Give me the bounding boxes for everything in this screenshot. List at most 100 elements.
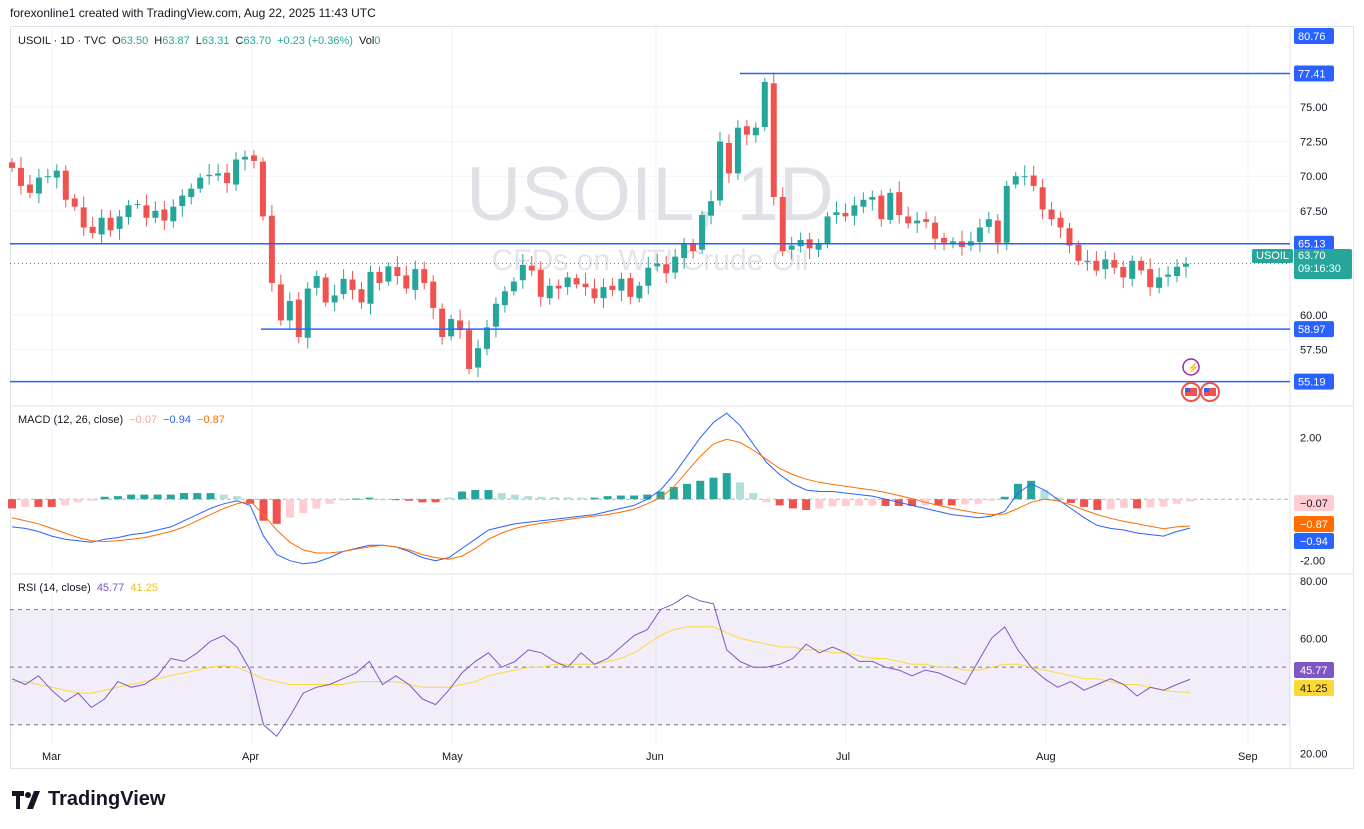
macd-histogram-bar	[563, 497, 572, 500]
candle-body	[976, 227, 983, 243]
candle-body	[376, 271, 383, 283]
price-tick-label: 70.00	[1300, 171, 1328, 183]
brand-name: TradingView	[48, 788, 166, 810]
macd-histogram-bar	[153, 494, 162, 500]
macd-histogram-bar	[974, 499, 983, 504]
candle-body	[1138, 260, 1145, 271]
candle-body	[752, 127, 759, 136]
macd-histogram-bar	[550, 497, 559, 500]
macd-histogram-bar	[1066, 499, 1075, 503]
candle-body	[448, 319, 455, 337]
candle-body	[242, 156, 249, 160]
candle-body	[331, 295, 338, 303]
macd-histogram-bar	[683, 483, 692, 500]
price-tick-label: 57.50	[1300, 345, 1328, 357]
candle-body	[824, 216, 831, 245]
macd-histogram-bar	[219, 494, 228, 500]
macd-histogram-bar	[378, 499, 387, 501]
macd-histogram-bar	[34, 499, 43, 507]
macd-histogram-bar	[338, 499, 347, 501]
candle-body	[1165, 274, 1172, 277]
candle-body	[573, 278, 580, 285]
macd-histogram-bar	[312, 499, 321, 509]
rsi-tick-label: 20.00	[1300, 749, 1328, 761]
rsi-value: 45.77	[96, 582, 125, 594]
candle-body	[17, 167, 24, 186]
macd-histogram-bar	[775, 499, 784, 506]
macd-histogram-bar	[471, 490, 480, 500]
candle-body	[35, 177, 42, 194]
macd-histogram-bar	[947, 499, 956, 506]
candle-body	[215, 173, 222, 176]
candle-body	[743, 126, 750, 135]
candle-body	[1021, 176, 1028, 178]
candle-body	[923, 219, 930, 222]
symbol-legend: USOIL · 1D · TVC O63.50 H63.87 L63.31 C6…	[18, 35, 383, 47]
macd-histogram-bar	[100, 496, 109, 500]
candle-body	[564, 277, 571, 288]
macd-histogram-bar	[87, 499, 96, 501]
candle-body	[107, 217, 114, 231]
candle-body	[304, 288, 311, 338]
macd-histogram-bar	[987, 499, 996, 501]
candle-body	[1174, 266, 1181, 277]
macd-histogram-bar	[1146, 499, 1155, 508]
time-tick-label: Mar	[42, 751, 61, 763]
macd-histogram-bar	[1172, 499, 1181, 504]
macd-histogram-bar	[788, 499, 797, 509]
candle-body	[627, 278, 634, 297]
candle-body	[690, 244, 697, 252]
candle-body	[1012, 176, 1019, 185]
candle-body	[134, 203, 141, 205]
macd-histogram-bar	[21, 499, 30, 507]
candle-body	[475, 348, 482, 368]
candle-body	[1075, 244, 1082, 261]
flag-canton	[1204, 388, 1209, 392]
macd-histogram-bar	[418, 499, 427, 503]
tradingview-icon	[12, 790, 40, 809]
candle-body	[1030, 175, 1037, 186]
candle-body	[501, 291, 508, 306]
macd-histogram-bar	[458, 491, 467, 500]
candle-body	[62, 170, 69, 200]
macd-histogram-bar	[365, 497, 374, 500]
candle-body	[941, 237, 948, 243]
candle-body	[358, 289, 365, 303]
candle-body	[161, 209, 168, 221]
tradingview-logo[interactable]: TradingView	[12, 788, 165, 811]
current-price: 63.70	[1298, 250, 1326, 262]
candle-body	[170, 206, 177, 222]
price-tick-label: 75.00	[1300, 102, 1328, 114]
macd-line	[11, 412, 1191, 565]
rsi-tick-label: 80.00	[1300, 576, 1328, 588]
macd-histogram-bar	[60, 499, 69, 506]
candle-body	[546, 285, 553, 299]
macd-histogram-bar	[524, 496, 533, 500]
macd-histogram-bar	[193, 493, 202, 500]
candle-body	[1120, 267, 1127, 278]
volume-label: Vol	[358, 35, 375, 47]
rsi-value-tag-label: 41.25	[1300, 683, 1328, 695]
candle-body	[1102, 259, 1109, 270]
candle-body	[896, 192, 903, 216]
macd-label[interactable]: MACD (12, 26, close)	[18, 414, 123, 426]
volume-value: 0	[374, 35, 381, 47]
rsi-label[interactable]: RSI (14, close)	[18, 582, 91, 594]
candle-body	[519, 264, 526, 281]
macd-tick-label: 2.00	[1300, 433, 1321, 445]
candle-body	[188, 188, 195, 198]
candle-body	[367, 271, 374, 304]
level-price-label: 58.97	[1298, 324, 1326, 336]
macd-value-tag-label: −0.94	[1300, 536, 1328, 548]
candle-body	[1147, 269, 1154, 288]
candle-body	[295, 299, 302, 338]
symbol-name[interactable]: USOIL · 1D · TVC	[18, 35, 106, 47]
macd-histogram-bar	[1093, 499, 1102, 510]
candle-body	[224, 172, 231, 184]
candle-body	[421, 269, 428, 283]
low-label: L	[195, 35, 202, 47]
macd-histogram-bar	[841, 499, 850, 506]
macd-histogram-bar	[815, 499, 824, 509]
time-tick-label: Sep	[1238, 751, 1258, 763]
time-tick-label: Jun	[646, 751, 664, 763]
